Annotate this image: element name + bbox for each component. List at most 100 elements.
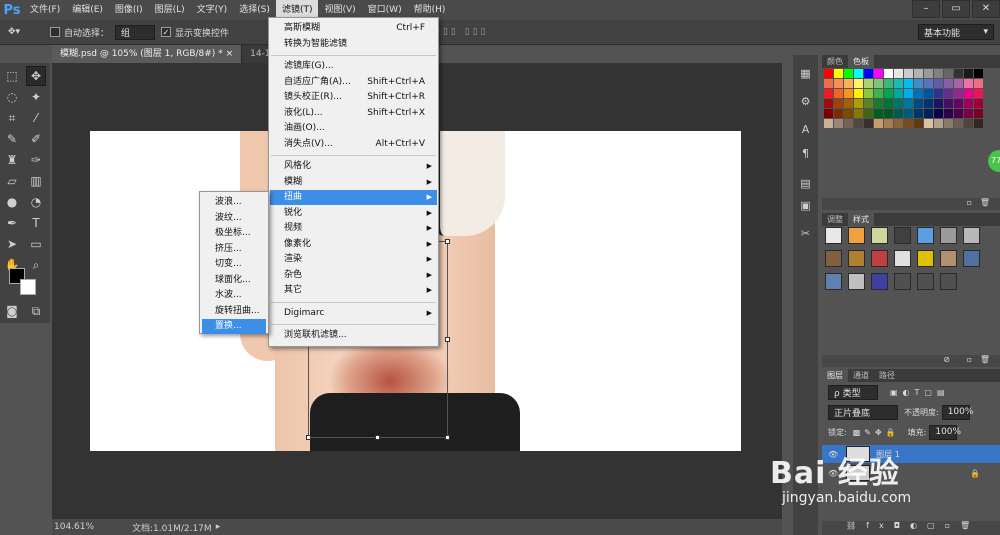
color-swatch[interactable] <box>884 109 893 118</box>
color-swatch[interactable] <box>934 109 943 118</box>
color-swatch[interactable] <box>964 109 973 118</box>
marquee-tool-icon[interactable]: ⬚ <box>2 66 22 86</box>
auto-select-option[interactable]: 自动选择： <box>50 20 109 45</box>
color-swatch[interactable] <box>924 69 933 78</box>
distort-menu-item[interactable]: 波纹... <box>202 211 266 226</box>
trash-icon[interactable]: 🗑 <box>980 355 990 364</box>
layer-kind-dropdown[interactable]: ρ 类型 <box>828 384 878 400</box>
style-preset[interactable] <box>917 273 934 290</box>
transform-handle[interactable] <box>306 435 311 440</box>
color-swatch[interactable] <box>934 119 943 128</box>
color-swatch[interactable] <box>974 109 983 118</box>
filter-menu-item[interactable]: 杂色 ▶ <box>270 268 437 283</box>
properties-icon[interactable]: ▣ <box>796 197 815 213</box>
color-swatch[interactable] <box>864 109 873 118</box>
screen-mode-icon[interactable]: ⧉ <box>26 301 46 321</box>
color-swatch[interactable] <box>944 109 953 118</box>
filter-menu-item-digimarc[interactable]: Digimarc ▶ <box>270 306 437 321</box>
color-swatch[interactable] <box>884 79 893 88</box>
color-swatch[interactable] <box>884 89 893 98</box>
crop-tool-icon[interactable]: ⌗ <box>2 108 22 128</box>
color-swatch[interactable] <box>864 99 873 108</box>
distort-menu-item[interactable]: 切变... <box>202 257 266 272</box>
tab-adjustments[interactable]: 调整 <box>822 213 848 226</box>
lasso-tool-icon[interactable]: ◌ <box>2 87 22 107</box>
style-preset[interactable] <box>894 273 911 290</box>
background-color[interactable] <box>20 279 36 295</box>
style-preset[interactable] <box>848 227 865 244</box>
distort-menu-item[interactable]: 水波... <box>202 288 266 303</box>
style-preset[interactable] <box>871 273 888 290</box>
history-brush-icon[interactable]: ✑ <box>26 150 46 170</box>
style-preset[interactable] <box>917 250 934 267</box>
color-swatch[interactable] <box>954 79 963 88</box>
tab-color[interactable]: 颜色 <box>822 55 848 68</box>
tools-preset-icon[interactable]: ✂ <box>796 225 815 241</box>
color-swatch[interactable] <box>934 79 943 88</box>
color-swatch[interactable] <box>874 79 883 88</box>
tab-channels[interactable]: 通道 <box>848 369 874 382</box>
filter-menu-item[interactable]: 镜头校正(R)... Shift+Ctrl+R <box>270 90 437 105</box>
transform-handle[interactable] <box>375 435 380 440</box>
color-swatch[interactable] <box>874 69 883 78</box>
layer-filter-icons[interactable]: ▣◐T▢▤ <box>890 388 950 397</box>
distort-menu-item[interactable]: 波浪... <box>202 195 266 210</box>
color-swatch[interactable] <box>924 119 933 128</box>
magic-wand-icon[interactable]: ✦ <box>26 87 46 107</box>
color-swatch[interactable] <box>884 99 893 108</box>
info-icon[interactable]: ▤ <box>796 175 815 191</box>
tab-active-document[interactable]: 模糊.psd @ 105% (图层 1, RGB/8#) * × <box>52 45 243 63</box>
color-swatch[interactable] <box>844 69 853 78</box>
color-swatch[interactable] <box>934 89 943 98</box>
auto-select-dropdown[interactable]: 组 <box>115 24 156 40</box>
zoom-tool-icon[interactable]: ⌕ <box>26 255 46 275</box>
filter-menu-item[interactable]: 像素化 ▶ <box>270 237 437 252</box>
color-swatch[interactable] <box>874 99 883 108</box>
path-select-icon[interactable]: ➤ <box>2 234 22 254</box>
distort-menu-item[interactable]: 挤压... <box>202 242 266 257</box>
filter-menu-item[interactable]: 锐化 ▶ <box>270 206 437 221</box>
color-swatch[interactable] <box>954 89 963 98</box>
color-swatch[interactable] <box>834 109 843 118</box>
filter-menu-item[interactable]: 自适应广角(A)... Shift+Ctrl+A <box>270 75 437 90</box>
color-swatch[interactable] <box>924 79 933 88</box>
color-swatch[interactable] <box>884 69 893 78</box>
color-swatch[interactable] <box>914 119 923 128</box>
type-tool-icon[interactable]: T <box>26 213 46 233</box>
color-swatch[interactable] <box>914 69 923 78</box>
history-icon[interactable]: ▦ <box>796 65 815 81</box>
eyedropper-icon[interactable]: ⁄ <box>26 108 46 128</box>
tab-swatches[interactable]: 色板 <box>848 55 874 68</box>
clear-style-icon[interactable]: ⊘ <box>943 355 950 364</box>
menu-item[interactable]: 编辑(E) <box>66 0 109 20</box>
color-swatch[interactable] <box>904 119 913 128</box>
auto-select-checkbox[interactable] <box>50 27 60 37</box>
color-swatch[interactable] <box>864 69 873 78</box>
menu-item[interactable]: 文件(F) <box>24 0 66 20</box>
distort-menu-item[interactable]: 极坐标... <box>202 226 266 241</box>
style-preset[interactable] <box>871 227 888 244</box>
style-preset[interactable] <box>963 250 980 267</box>
color-swatch[interactable] <box>834 69 843 78</box>
color-swatch[interactable] <box>914 79 923 88</box>
color-swatch[interactable] <box>944 119 953 128</box>
character-icon[interactable]: A <box>796 121 815 137</box>
color-swatch[interactable] <box>964 69 973 78</box>
paragraph-icon[interactable]: ¶ <box>796 145 815 161</box>
color-swatch[interactable] <box>974 89 983 98</box>
color-swatch[interactable] <box>824 109 833 118</box>
color-swatch[interactable] <box>974 69 983 78</box>
color-swatch[interactable] <box>904 99 913 108</box>
color-swatch[interactable] <box>854 119 863 128</box>
color-swatch[interactable] <box>894 109 903 118</box>
color-swatch[interactable] <box>844 89 853 98</box>
style-preset[interactable] <box>894 250 911 267</box>
clone-stamp-icon[interactable]: ♜ <box>2 150 22 170</box>
status-menu-arrow[interactable]: ▸ <box>216 522 221 532</box>
transform-handle[interactable] <box>445 337 450 342</box>
color-swatch[interactable] <box>844 99 853 108</box>
color-swatch[interactable] <box>964 99 973 108</box>
filter-menu-item[interactable]: 渲染 ▶ <box>270 252 437 267</box>
filter-menu-item-browse[interactable]: 浏览联机滤镜... <box>270 328 437 343</box>
style-preset[interactable] <box>894 227 911 244</box>
